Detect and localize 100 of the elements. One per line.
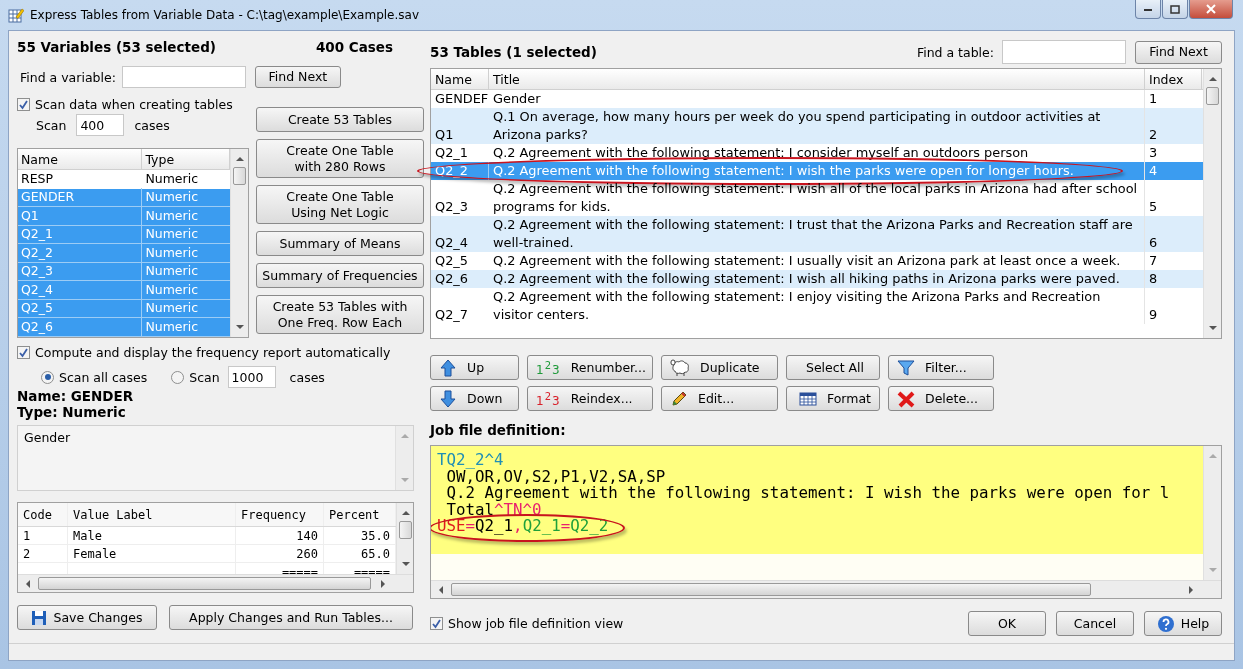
table-row[interactable]: Q2_4 Q.2 Agreement with the following statement: I trust that the Arizona Parks and Recreation staff are well-trained. 6 — [431, 216, 1203, 252]
column-header[interactable]: Value Label — [68, 503, 236, 526]
scrollbar[interactable] — [431, 580, 1221, 598]
table-cell: Q.2 Agreement with the following statement: I wish the parks were open for longer hours. — [489, 162, 1145, 180]
code-line: TQ2_2^4 — [437, 452, 504, 469]
check-icon — [18, 346, 29, 358]
table-cell-text: 3 — [1148, 144, 1159, 162]
toolbar-button[interactable]: Filter... — [888, 355, 994, 380]
toolbar-button[interactable]: Up — [430, 355, 519, 380]
table-cell-text: Q2_7 — [434, 306, 469, 324]
variable-type: Type: Numeric — [17, 404, 127, 420]
action-button[interactable]: Summary of Frequencies — [256, 263, 424, 288]
action-button[interactable]: Create 53 Tables with One Freq. Row Each — [256, 295, 424, 334]
table-cell-text: Q2_6 — [434, 270, 469, 288]
table-cell-text: Numeric — [144, 206, 200, 225]
table-cell-text: Numeric — [144, 262, 200, 280]
variable-name: Name: GENDER — [17, 388, 135, 404]
table-cell: 2 — [18, 545, 68, 562]
table-cell: 260 — [236, 545, 324, 562]
scrollbar[interactable] — [18, 574, 413, 592]
dialog-button[interactable]: OK — [968, 611, 1046, 636]
radio-button[interactable]: Scan — [171, 369, 220, 385]
scan-count-field[interactable]: 1000 — [227, 366, 276, 388]
scrollbar[interactable] — [395, 426, 413, 490]
compute-frequency-checkbox[interactable]: Compute and display the frequency report automatically — [17, 344, 425, 360]
down-arrow-icon — [439, 389, 457, 408]
table-row[interactable]: Q2_7 Q.2 Agreement with the following statement: I enjoy visiting the Arizona Parks and Recreation visitor centers. 9 — [431, 288, 1203, 324]
scrollbar[interactable] — [230, 149, 248, 337]
toolbar-button[interactable]: Edit... — [661, 386, 778, 411]
table-cell-text: 9 — [1148, 306, 1159, 324]
scan-data-checkbox[interactable]: Scan data when creating tables — [17, 95, 249, 113]
up-arrow-icon — [439, 358, 457, 377]
window-title: Express Tables from Variable Data - C:\tag\example\Example.sav — [30, 8, 419, 22]
table-cell-text: Q1 — [434, 126, 455, 144]
scan-count-field[interactable]: 400 — [76, 114, 125, 136]
dialog-button[interactable]: Help — [1144, 611, 1222, 636]
minimize-icon — [1143, 6, 1153, 12]
toolbar-button[interactable]: Down — [430, 386, 519, 411]
table-cell-text: Numeric — [144, 225, 200, 243]
scrollbar[interactable] — [1203, 69, 1221, 338]
scrollbar[interactable] — [1203, 446, 1221, 580]
toolbar-button[interactable]: 1$^{2}$3 Reindex... — [527, 386, 653, 411]
action-button[interactable]: Summary of Means — [256, 231, 424, 256]
dialog-button[interactable]: Cancel — [1056, 611, 1134, 636]
find-variable-label: Find a variable: — [20, 69, 116, 85]
table-cell-text: RESP — [20, 170, 55, 188]
column-header[interactable]: Index — [1145, 69, 1202, 89]
toolbar-button[interactable]: Select All — [786, 355, 880, 380]
table-cell: Q.2 Agreement with the following statement: I trust that the Arizona Parks and Recreation staff are well-trained. — [489, 216, 1145, 252]
table-cell: Q2_2 — [18, 243, 143, 262]
column-header[interactable]: Code — [18, 503, 68, 526]
column-header[interactable]: Title — [489, 69, 1145, 89]
code-line: Q.2 Agreement with the following statement: I wish the parks were open for l — [445, 485, 1170, 502]
toolbar-button[interactable]: Duplicate — [661, 355, 778, 380]
action-button[interactable]: Create 53 Tables — [256, 107, 424, 132]
table-row[interactable]: Q2_6 Q.2 Agreement with the following statement: I wish all hiking paths in Arizona parks were paved. 8 — [431, 270, 1203, 288]
scan-label: Scan — [36, 117, 67, 133]
find-variable-field[interactable] — [121, 66, 246, 88]
maximize-button[interactable] — [1162, 0, 1188, 19]
numbering-icon: 1$^{2}$3 — [536, 388, 561, 409]
table-cell: Q2_1 — [18, 225, 143, 244]
action-button[interactable]: Apply Changes and Run Tables... — [169, 605, 413, 630]
table-cell: Q.2 Agreement with the following statement: I wish all hiking paths in Arizona parks were paved. — [489, 270, 1145, 288]
find-next-button[interactable]: Find Next — [1135, 40, 1222, 64]
column-header[interactable]: Name — [431, 69, 489, 89]
job-definition-editor[interactable]: TQ2_2^4 OW,OR,OV,S2,P1,V2,SA,SP Q.2 Agreement with the following statement: I wish the parks were open for l Total^TN^0 USE=Q2_1,Q2_1=Q2_2 — [430, 445, 1222, 599]
table-cell-text: Q2_1 — [434, 144, 469, 162]
check-icon — [18, 98, 29, 110]
action-button[interactable]: Create One Table with 280 Rows — [256, 139, 424, 178]
close-button[interactable] — [1189, 0, 1233, 19]
action-button[interactable]: Save Changes — [17, 605, 157, 630]
funnel-icon — [897, 358, 915, 377]
cases-label: cases — [289, 369, 325, 385]
numbering-icon: 1$^{2}$3 — [536, 357, 561, 378]
toolbar-button[interactable]: Delete... — [888, 386, 994, 411]
table-cell: Q2_3 — [18, 262, 143, 281]
find-next-button[interactable]: Find Next — [254, 66, 341, 88]
variable-row[interactable]: RESP Numeric — [18, 170, 230, 189]
table-cell-text: 6 — [1148, 234, 1159, 252]
minimize-button[interactable] — [1135, 0, 1161, 19]
table-cell-text: Numeric — [144, 188, 200, 206]
radio-button[interactable]: Scan all cases — [41, 369, 148, 385]
code-line: Total^TN^0 — [445, 501, 542, 518]
table-cell-text: Numeric — [144, 299, 200, 317]
maximize-icon — [1170, 4, 1180, 14]
toolbar-button[interactable]: Format — [786, 386, 880, 411]
toolbar-button[interactable]: 1$^{2}$3 Renumber... — [527, 355, 653, 380]
action-button[interactable]: Create One Table Using Net Logic — [256, 185, 424, 224]
column-header[interactable]: Name — [18, 149, 143, 169]
scrollbar[interactable] — [396, 503, 413, 574]
table-cell: 1 — [18, 527, 68, 544]
column-header[interactable]: Frequency — [236, 503, 324, 526]
find-table-field[interactable] — [1002, 40, 1126, 64]
table-cell-text: GENDEF — [434, 90, 489, 108]
variable-label-field[interactable]: Gender — [17, 425, 414, 491]
table-cell: Female — [68, 545, 236, 562]
show-job-definition-checkbox[interactable]: Show job file definition view — [430, 616, 624, 631]
table-cell: Q1 — [18, 206, 143, 225]
variable-label-text: Gender — [23, 429, 72, 447]
table-row[interactable]: Q1 Q.1 On average, how many hours per week do you spend participating in outdoor activities at Arizona parks? 2 — [431, 108, 1203, 144]
